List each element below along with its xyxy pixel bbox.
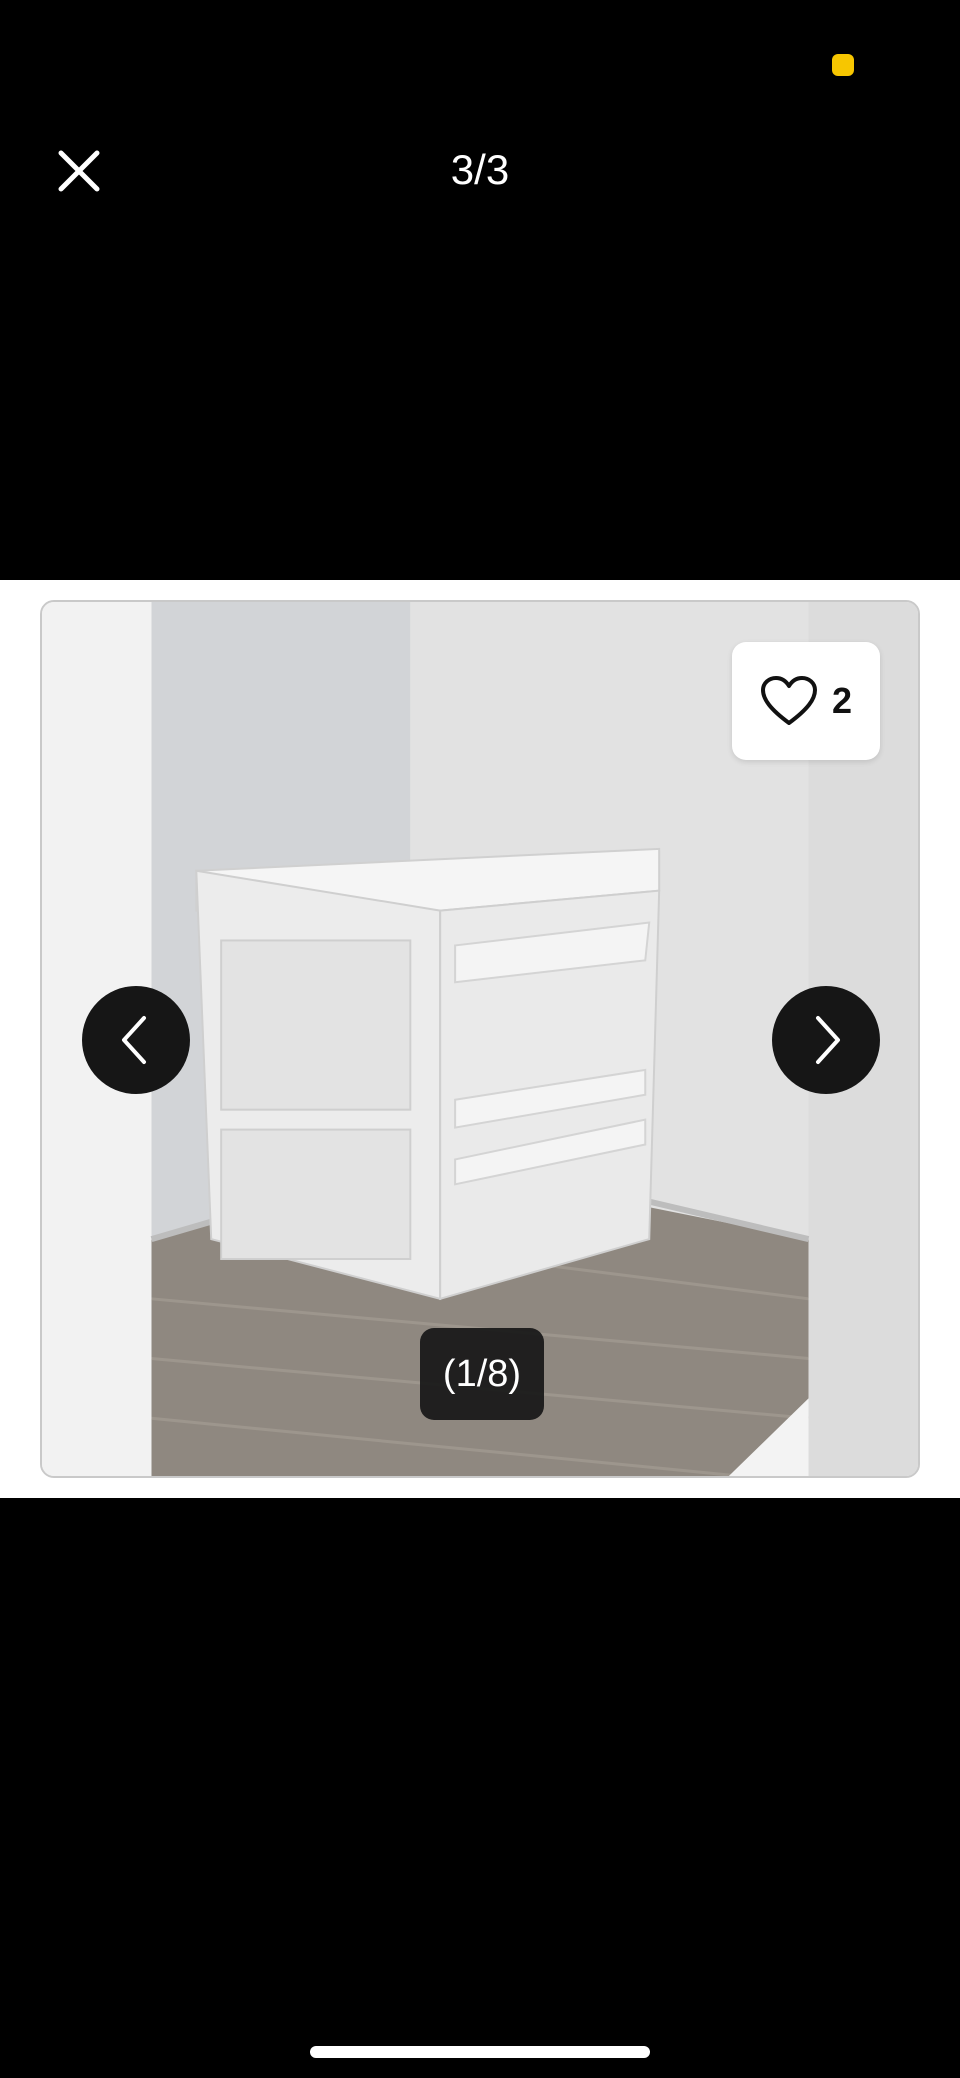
chevron-left-icon [122, 1016, 146, 1064]
listing-image-card[interactable]: 2 (1/8) [40, 600, 920, 1478]
home-indicator[interactable] [310, 2046, 650, 2058]
next-photo-button[interactable] [772, 986, 880, 1094]
photo-index-badge: (1/8) [420, 1328, 544, 1420]
heart-outline-icon [760, 676, 817, 725]
image-counter: 3/3 [450, 146, 510, 193]
favorite-button[interactable]: 2 [732, 642, 880, 760]
favorites-count: 2 [831, 680, 853, 721]
viewer-header: 3/3 [0, 0, 960, 340]
image-viewer: 2 (1/8) [0, 580, 960, 1498]
chevron-right-icon [816, 1016, 840, 1064]
previous-photo-button[interactable] [82, 986, 190, 1094]
